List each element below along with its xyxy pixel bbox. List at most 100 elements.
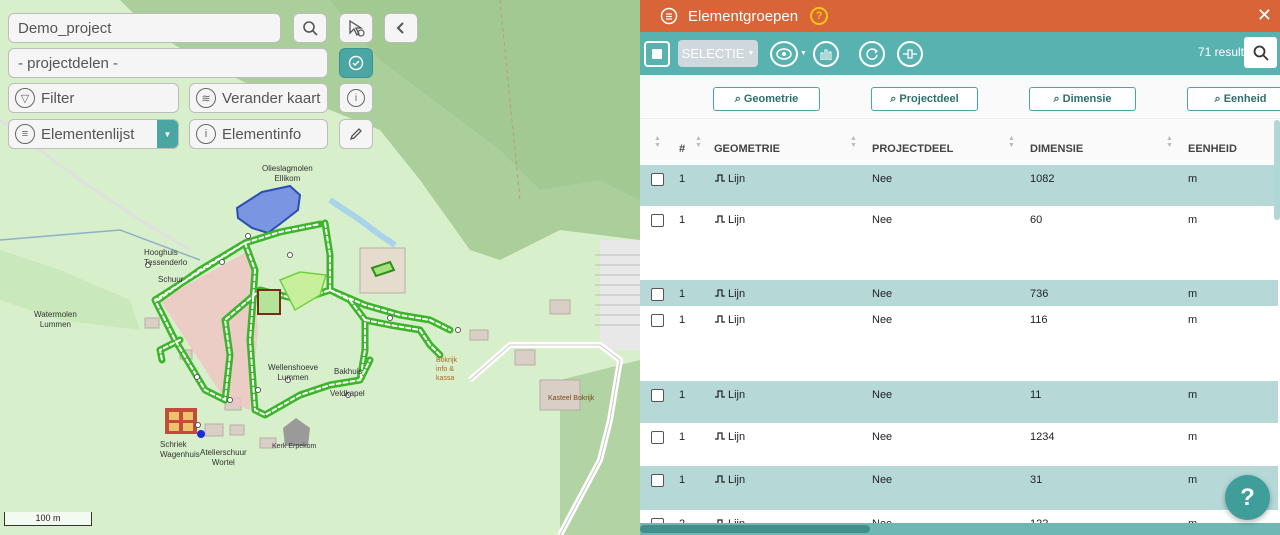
elementinfo-label: Elementinfo: [222, 125, 302, 143]
row-checkbox[interactable]: [651, 389, 664, 402]
cell-num: 1: [679, 214, 686, 226]
help-fab-button[interactable]: ?: [1225, 475, 1270, 520]
horizontal-scrollbar[interactable]: [640, 523, 1280, 535]
chart-button[interactable]: [812, 40, 839, 67]
elementenlijst-select[interactable]: ≡ Elementenlijst ▼: [8, 119, 179, 149]
row-checkbox[interactable]: [651, 474, 664, 487]
map-label-hooghuis: Hooghuis Tessenderlo: [144, 248, 188, 267]
table-row[interactable]: 1 Lijn Nee 11 m: [640, 381, 1278, 423]
col-header-num[interactable]: #: [679, 143, 685, 155]
sort-icon[interactable]: ▲ ▼: [654, 135, 661, 149]
cell-geometrie-label: Lijn: [728, 214, 746, 226]
cell-num: 1: [679, 173, 686, 185]
table-row[interactable]: 1 Lijn Nee 31 m: [640, 466, 1278, 510]
col-header-geometrie[interactable]: GEOMETRIE: [714, 143, 780, 155]
map-label-kasteel: Kasteel Bokrijk: [548, 395, 595, 402]
table-search-button[interactable]: [1244, 37, 1277, 68]
fit-button[interactable]: [896, 40, 923, 67]
change-map-button[interactable]: ≋ Verander kaart: [189, 83, 328, 113]
cell-geometrie: Lijn: [714, 214, 745, 226]
filter-icon: ▽: [15, 88, 35, 108]
map-canvas[interactable]: [0, 0, 640, 535]
elementinfo-button[interactable]: i Elementinfo: [189, 119, 328, 149]
caret-down-icon: ▼: [747, 50, 755, 57]
sort-icon[interactable]: ▲ ▼: [1008, 135, 1015, 149]
cell-geometrie: Lijn: [714, 474, 745, 486]
filter-geometrie-button[interactable]: ⌕ Geometrie: [713, 87, 820, 111]
vertical-scrollbar[interactable]: [1274, 120, 1280, 220]
cell-geometrie-label: Lijn: [728, 431, 746, 443]
cell-geometrie: Lijn: [714, 314, 745, 326]
col-header-projectdeel[interactable]: PROJECTDEEL: [872, 143, 953, 155]
filter-eenheid-button[interactable]: ⌕ Eenheid: [1187, 87, 1280, 111]
panel-header: Elementgroepen ? ✕: [640, 0, 1280, 32]
cell-num: 1: [679, 431, 686, 443]
map-view[interactable]: Olieslagmolen Ellikom Hooghuis Tessenderlo…: [0, 0, 640, 535]
map-label-kerk: Kerk Erpekom: [272, 443, 317, 450]
search-icon: [1253, 45, 1269, 61]
sort-icon[interactable]: ▲ ▼: [1166, 135, 1173, 149]
cell-num: 1: [679, 314, 686, 326]
line-geometry-icon: [715, 289, 725, 297]
cell-eenheid: m: [1188, 314, 1198, 326]
chevron-down-icon[interactable]: ▼: [157, 120, 178, 148]
cell-eenheid: m: [1188, 173, 1198, 185]
filter-dimensie-label: Dimensie: [1062, 93, 1112, 105]
cell-geometrie: Lijn: [714, 173, 745, 185]
filter-dimensie-button[interactable]: ⌕ Dimensie: [1029, 87, 1136, 111]
info-icon: i: [196, 124, 216, 144]
filter-button[interactable]: ▽ Filter: [8, 83, 179, 113]
row-checkbox[interactable]: [651, 314, 664, 327]
col-header-eenheid[interactable]: EENHEID: [1188, 143, 1237, 155]
filter-projectdeel-button[interactable]: ⌕ Projectdeel: [871, 87, 978, 111]
cell-projectdeel: Nee: [872, 173, 893, 185]
line-geometry-icon: [715, 390, 725, 398]
collapse-button[interactable]: [384, 13, 418, 43]
row-checkbox[interactable]: [651, 288, 664, 301]
sort-icon[interactable]: ▲ ▼: [850, 135, 857, 149]
filter-projectdeel-label: Projectdeel: [899, 93, 959, 105]
select-cursor-button[interactable]: [339, 13, 373, 43]
line-geometry-icon: [715, 432, 725, 440]
col-header-dimensie[interactable]: DIMENSIE: [1030, 143, 1083, 155]
cell-num: 1: [679, 389, 686, 401]
row-checkbox[interactable]: [651, 214, 664, 227]
project-select[interactable]: Demo_project: [8, 13, 281, 43]
table-row[interactable]: 1 Lijn Nee 1082 m: [640, 165, 1278, 206]
panel-toolbar: SELECTIE ▼ ▼ 71 result: [640, 32, 1280, 75]
scale-bar: 100 m: [4, 512, 92, 526]
visibility-caret-icon[interactable]: ▼: [800, 50, 807, 57]
cell-dimensie: 60: [1030, 214, 1043, 226]
table-row[interactable]: 1 Lijn Nee 60 m: [640, 206, 1278, 280]
map-label-wellenhoeve: Wellenshoeve Lummen: [268, 363, 319, 382]
table-row[interactable]: 1 Lijn Nee 1234 m: [640, 423, 1278, 466]
change-map-label: Verander kaart: [222, 89, 321, 107]
cell-projectdeel: Nee: [872, 314, 893, 326]
confirm-button[interactable]: [339, 48, 373, 78]
scrollbar-thumb[interactable]: [640, 525, 870, 533]
map-label-schriek: Schriek Wagenhuis: [160, 440, 200, 459]
info-map-button[interactable]: i: [339, 83, 373, 113]
cell-geometrie-label: Lijn: [728, 474, 746, 486]
selectie-dropdown[interactable]: SELECTIE ▼: [678, 40, 758, 67]
visibility-button[interactable]: [770, 40, 798, 67]
projectdelen-select-value: - projectdelen -: [18, 54, 119, 72]
row-checkbox[interactable]: [651, 431, 664, 444]
row-checkbox[interactable]: [651, 173, 664, 186]
table-row[interactable]: 1 Lijn Nee 116 m: [640, 306, 1278, 381]
cell-eenheid: m: [1188, 214, 1198, 226]
select-all-button[interactable]: [644, 40, 670, 67]
cell-eenheid: m: [1188, 431, 1198, 443]
refresh-icon: [866, 47, 878, 60]
map-label-olieslagmolen: Olieslagmolen Ellikom: [262, 164, 313, 183]
edit-button[interactable]: [339, 119, 373, 149]
search-map-button[interactable]: [293, 13, 327, 43]
projectdelen-select[interactable]: - projectdelen -: [8, 48, 328, 78]
refresh-button[interactable]: [858, 40, 885, 67]
cell-geometrie: Lijn: [714, 389, 745, 401]
table-row[interactable]: 1 Lijn Nee 736 m: [640, 280, 1278, 306]
sort-icon[interactable]: ▲ ▼: [695, 135, 702, 149]
close-icon[interactable]: ✕: [1257, 5, 1272, 26]
expand-icon: [902, 48, 917, 59]
help-icon[interactable]: ?: [810, 7, 829, 25]
